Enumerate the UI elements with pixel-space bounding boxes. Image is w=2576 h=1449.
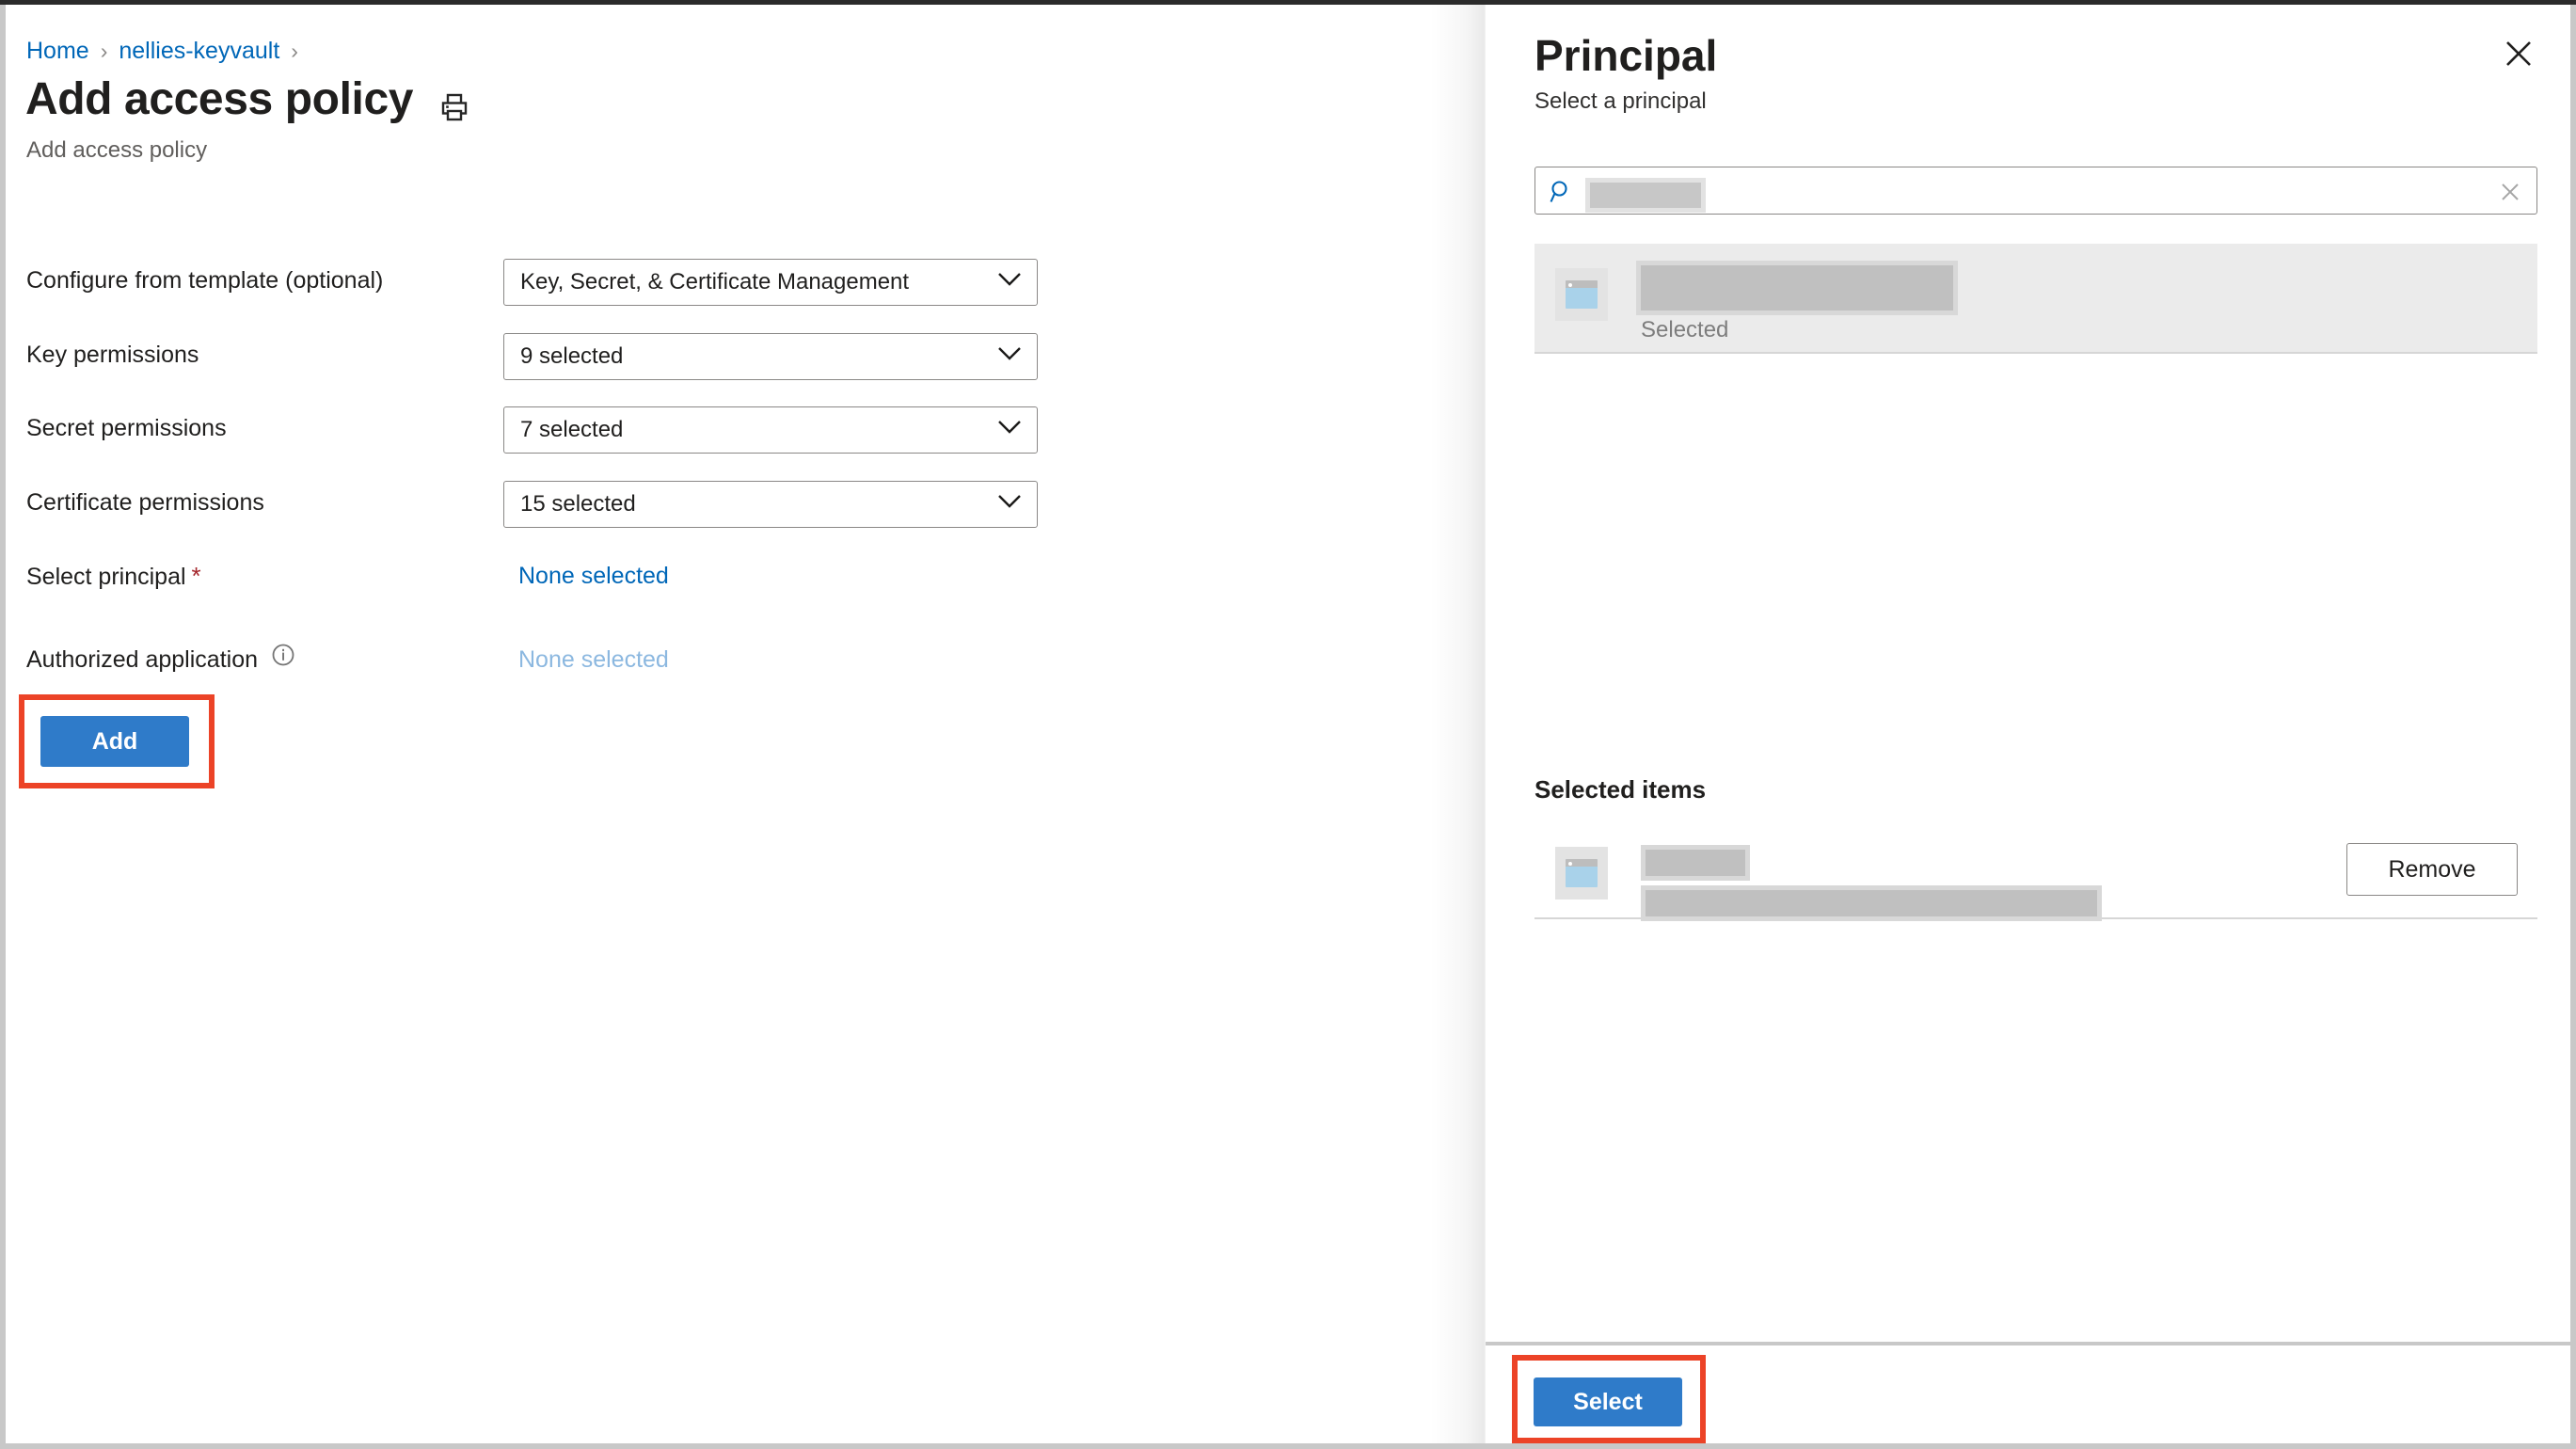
- form-row-select-principal: Select principal * None selected: [6, 552, 1486, 605]
- breadcrumb-separator-icon: ›: [100, 39, 108, 63]
- breadcrumb-item-home[interactable]: Home: [26, 38, 89, 64]
- selected-item-name-redacted: [1641, 845, 1750, 881]
- print-icon[interactable]: [438, 91, 470, 123]
- principal-panel: Principal Select a principal Selected Se…: [1486, 5, 2570, 1443]
- form-row-authorized-application: Authorized application None selected: [6, 636, 1486, 689]
- principal-result-status: Selected: [1641, 317, 1729, 342]
- panel-footer-divider: [1486, 1342, 2570, 1346]
- secret-permissions-dropdown[interactable]: 7 selected: [503, 406, 1038, 454]
- form-row-secret-permissions: Secret permissions 7 selected: [6, 405, 1486, 457]
- configure-template-dropdown[interactable]: Key, Secret, & Certificate Management: [503, 259, 1038, 306]
- required-asterisk-icon: *: [191, 562, 201, 590]
- chevron-down-icon: [997, 272, 1022, 292]
- app-icon: [1555, 847, 1608, 900]
- key-permissions-dropdown[interactable]: 9 selected: [503, 333, 1038, 380]
- label-secret-permissions: Secret permissions: [26, 415, 227, 441]
- key-permissions-value: 9 selected: [520, 343, 624, 369]
- form-row-key-permissions: Key permissions 9 selected: [6, 331, 1486, 384]
- add-access-policy-blade: Home › nellies-keyvault › Add access policy…: [6, 5, 1486, 1443]
- add-button[interactable]: Add: [40, 716, 189, 767]
- window-right-border: [2570, 5, 2576, 1449]
- close-icon[interactable]: [2500, 35, 2537, 72]
- app-icon: [1555, 268, 1608, 321]
- configure-template-value: Key, Secret, & Certificate Management: [520, 269, 910, 295]
- principal-panel-title: Principal: [1534, 31, 1718, 80]
- breadcrumb-separator-icon: ›: [291, 39, 298, 63]
- selected-item-row: Remove: [1534, 831, 2537, 921]
- form-row-configure-template: Configure from template (optional) Key, …: [6, 257, 1486, 310]
- label-select-principal-text: Select principal: [26, 564, 186, 590]
- select-principal-value-link[interactable]: None selected: [518, 552, 669, 599]
- clear-icon[interactable]: [2499, 181, 2521, 203]
- search-icon: [1549, 179, 1575, 210]
- principal-search-box[interactable]: [1534, 167, 2537, 215]
- page-subtitle: Add access policy: [26, 137, 208, 163]
- info-icon[interactable]: [271, 636, 295, 683]
- breadcrumb-item-nellies-keyvault[interactable]: nellies-keyvault: [119, 38, 279, 64]
- breadcrumb: Home › nellies-keyvault ›: [26, 37, 310, 65]
- chevron-down-icon: [997, 494, 1022, 514]
- selected-item-detail-redacted: [1641, 885, 2102, 921]
- remove-button[interactable]: Remove: [2346, 843, 2518, 896]
- form-row-certificate-permissions: Certificate permissions 15 selected: [6, 479, 1486, 532]
- certificate-permissions-value: 15 selected: [520, 491, 636, 517]
- certificate-permissions-dropdown[interactable]: 15 selected: [503, 481, 1038, 528]
- authorized-application-value-link[interactable]: None selected: [518, 636, 669, 683]
- label-certificate-permissions: Certificate permissions: [26, 489, 264, 516]
- principal-result-name-redacted: [1636, 261, 1958, 315]
- select-button[interactable]: Select: [1534, 1377, 1682, 1426]
- window-bottom-border: [0, 1443, 2576, 1449]
- principal-result-row[interactable]: Selected: [1534, 244, 2537, 354]
- chevron-down-icon: [997, 346, 1022, 366]
- label-select-principal: Select principal *: [26, 552, 201, 600]
- chevron-down-icon: [997, 420, 1022, 439]
- page-root: Home › nellies-keyvault › Add access policy…: [0, 0, 2576, 1449]
- selected-items-heading: Selected items: [1534, 775, 1707, 804]
- label-authorized-application-text: Authorized application: [26, 646, 258, 673]
- search-input-redacted-value: [1585, 178, 1706, 213]
- label-configure-template: Configure from template (optional): [26, 267, 384, 294]
- page-title: Add access policy: [25, 74, 414, 124]
- secret-permissions-value: 7 selected: [520, 417, 624, 442]
- label-authorized-application: Authorized application: [26, 636, 295, 683]
- label-key-permissions: Key permissions: [26, 342, 199, 368]
- principal-panel-subtitle: Select a principal: [1534, 88, 1707, 114]
